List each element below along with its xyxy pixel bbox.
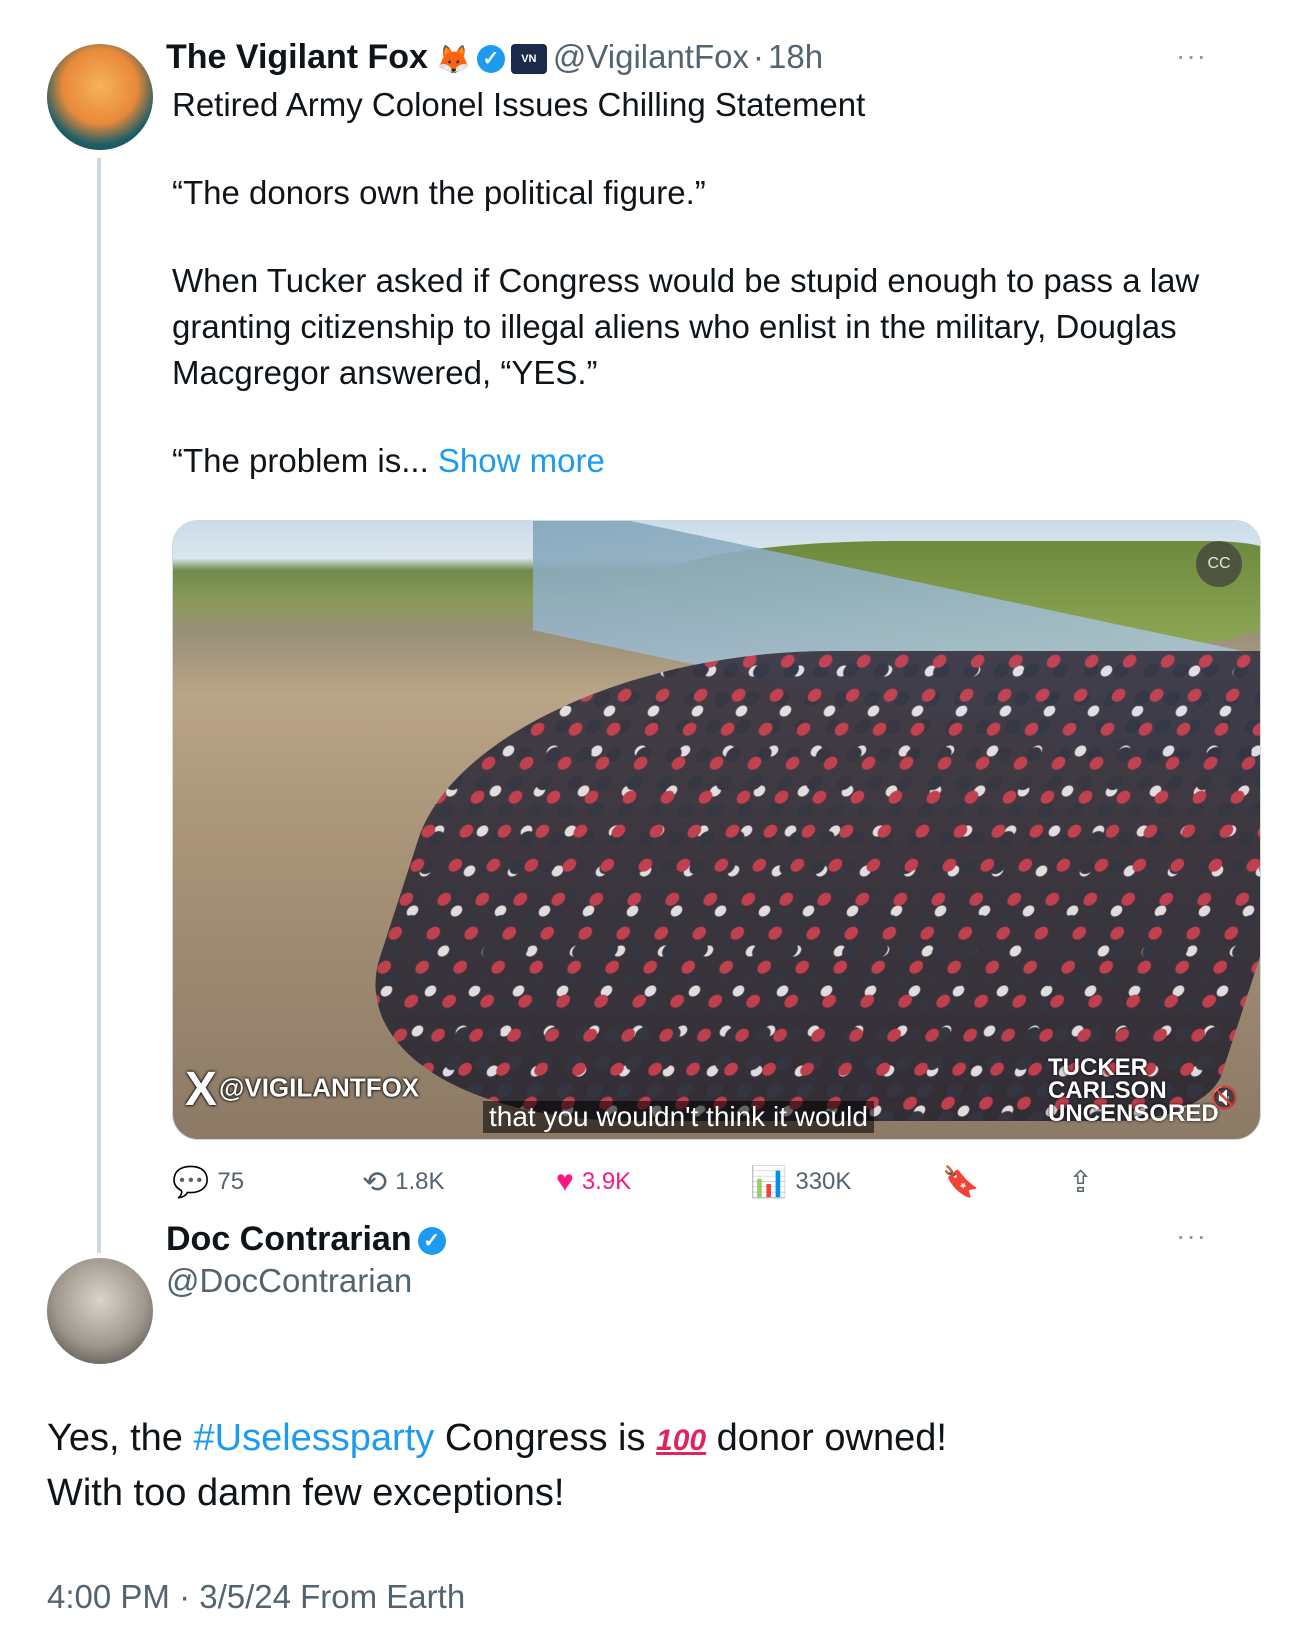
reply-tweet-text: Yes, the #Uselessparty Congress is 100 d… [47, 1412, 1247, 1519]
quoted-author-name[interactable]: The Vigilant Fox [166, 38, 428, 76]
repost-count: 1.8K [395, 1168, 445, 1195]
video-caption: that you wouldn't think it would [483, 1101, 874, 1133]
share-icon: ⇪ [1068, 1165, 1094, 1199]
views-button[interactable]: 📊 330K [750, 1160, 851, 1204]
quoted-tweet-time[interactable]: 18h [768, 38, 823, 75]
reply-timestamp-meta[interactable]: 4:00 PM · 3/5/24 From Earth [47, 1578, 465, 1616]
mute-icon[interactable]: 🔇 [1211, 1085, 1238, 1111]
tweet-title-line: Retired Army Colonel Issues Chilling Sta… [172, 86, 866, 123]
repost-button[interactable]: ⟲ 1.8K [362, 1160, 445, 1204]
watermark-left-text: @VIGILANTFOX [219, 1072, 420, 1103]
show-more-link[interactable]: Show more [438, 442, 605, 479]
like-count: 3.9K [581, 1168, 632, 1195]
x-logo-icon: X [185, 1063, 218, 1116]
heart-icon: ♥ [556, 1165, 574, 1198]
vigilant-fox-avatar[interactable] [47, 44, 153, 150]
video-frame-crowd [326, 651, 1260, 1121]
views-count: 330K [795, 1168, 852, 1195]
reply-icon: 💬 [172, 1165, 210, 1199]
reply-line-1-prefix: Yes, the [47, 1417, 194, 1459]
views-chart-icon: 📊 [750, 1165, 788, 1199]
share-button[interactable]: ⇪ [1068, 1160, 1101, 1204]
bookmark-icon: 🔖 [942, 1165, 980, 1199]
affiliate-badge-icon[interactable]: VN [510, 44, 547, 75]
quoted-author-header: The Vigilant Fox 🦊 ✓ VN @VigilantFox · 18h [166, 38, 823, 77]
tweet-paragraph-3: “The problem is... Show more [172, 438, 1272, 484]
more-options-icon[interactable]: ··· [1176, 40, 1207, 72]
reply-author-name[interactable]: Doc Contrarian [166, 1220, 412, 1258]
reply-count: 75 [217, 1168, 245, 1195]
reply-line-2: With too damn few exceptions! [47, 1472, 565, 1514]
reply-line-1-suffix: donor owned! [706, 1417, 947, 1459]
bookmark-button[interactable]: 🔖 [942, 1160, 987, 1204]
hashtag-link[interactable]: #Uselessparty [194, 1417, 435, 1459]
tweet-paragraph-3-text: “The problem is... [172, 442, 438, 479]
quoted-tweet-text: Retired Army Colonel Issues Chilling Sta… [172, 82, 1272, 484]
reply-line-1: Yes, the #Uselessparty Congress is 100 d… [47, 1412, 1247, 1467]
tweet-paragraph-2: When Tucker asked if Congress would be s… [172, 262, 1200, 391]
closed-captions-icon[interactable]: CC [1196, 541, 1242, 587]
like-button[interactable]: ♥ 3.9K [556, 1160, 631, 1204]
repost-icon: ⟲ [362, 1165, 388, 1199]
fox-emoji-icon: 🦊 [435, 43, 471, 75]
reply-author-handle[interactable]: @DocContrarian [166, 1262, 412, 1300]
tweet-action-bar: 💬 75 ⟲ 1.8K ♥ 3.9K 📊 330K 🔖 ⇪ [172, 1160, 1172, 1204]
vigilantfox-watermark: X@VIGILANTFOX [185, 1062, 419, 1117]
tweet-paragraph-1: “The donors own the political figure.” [172, 174, 706, 211]
verified-badge-icon: ✓ [417, 1227, 446, 1256]
more-options-icon[interactable]: ··· [1176, 1220, 1207, 1252]
verified-badge-icon: ✓ [476, 45, 505, 74]
reply-button[interactable]: 💬 75 [172, 1160, 244, 1204]
thread-connector-line [97, 158, 101, 1253]
hundred-points-emoji-icon: 100 [656, 1424, 707, 1457]
doc-contrarian-avatar[interactable] [47, 1258, 153, 1364]
reply-line-1-mid: Congress is [434, 1417, 657, 1459]
reply-author-header: Doc Contrarian ✓ [166, 1220, 446, 1259]
quoted-author-handle[interactable]: @VigilantFox [553, 38, 749, 75]
video-player[interactable]: CC X@VIGILANTFOX that you wouldn't think… [172, 520, 1261, 1140]
meta-separator: · [753, 38, 764, 75]
